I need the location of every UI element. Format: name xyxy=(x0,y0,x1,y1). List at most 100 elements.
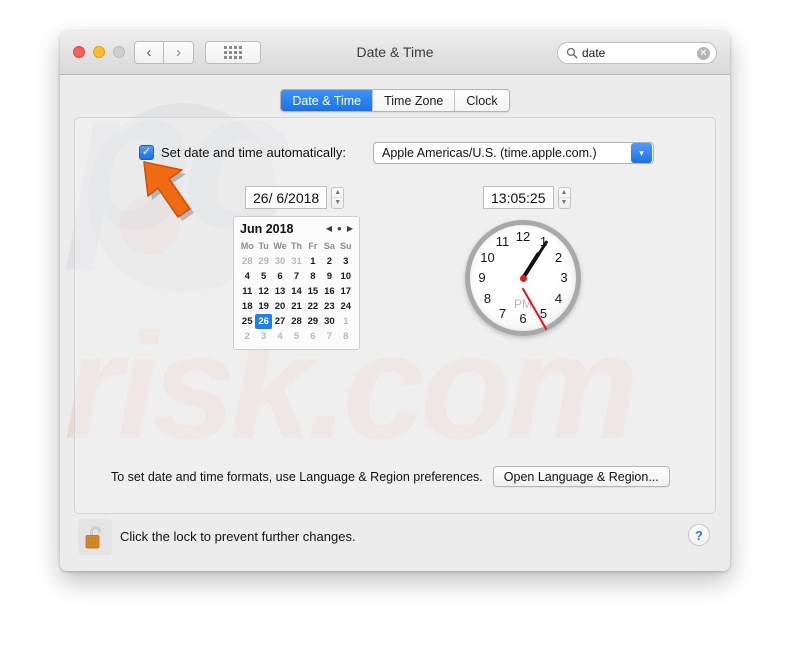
time-server-dropdown[interactable]: Apple Americas/U.S. (time.apple.com.) ▾ xyxy=(373,142,654,164)
calendar-weekday: We xyxy=(273,241,287,251)
tab-date-time[interactable]: Date & Time xyxy=(281,90,373,111)
date-stepper[interactable]: ▲ ▼ xyxy=(331,186,345,209)
tab-time-zone[interactable]: Time Zone xyxy=(372,90,455,111)
calendar-day[interactable]: 1 xyxy=(305,254,321,269)
search-field[interactable]: date ✕ xyxy=(557,42,717,64)
chevron-down-icon[interactable]: ▾ xyxy=(631,143,652,163)
clock-numeral: 12 xyxy=(515,229,531,244)
calendar-day[interactable]: 7 xyxy=(288,269,304,284)
calendar-day[interactable]: 28 xyxy=(288,314,304,329)
calendar-day[interactable]: 2 xyxy=(321,254,337,269)
tab-group: Date & Time Time Zone Clock xyxy=(280,89,510,112)
clock-numeral: 4 xyxy=(554,290,563,306)
calendar-day[interactable]: 1 xyxy=(338,314,354,329)
calendar-day[interactable]: 19 xyxy=(255,299,271,314)
calendar-day[interactable]: 8 xyxy=(338,329,354,344)
calendar-day[interactable]: 16 xyxy=(321,284,337,299)
tab-bar: Date & Time Time Zone Clock xyxy=(60,89,730,112)
calendar-day[interactable]: 13 xyxy=(272,284,288,299)
unlocked-padlock-icon xyxy=(85,526,101,549)
time-stepper[interactable]: ▲ ▼ xyxy=(557,186,571,209)
clock-numeral: 10 xyxy=(480,249,495,265)
calendar-day[interactable]: 14 xyxy=(288,284,304,299)
clock-numeral: 2 xyxy=(554,249,563,265)
calendar-day[interactable]: 7 xyxy=(321,329,337,344)
search-icon xyxy=(566,47,578,59)
calendar-day[interactable]: 22 xyxy=(305,299,321,314)
calendar-day[interactable]: 4 xyxy=(272,329,288,344)
calendar-header: Jun 2018 ◀ ● ▶ xyxy=(239,221,354,239)
calendar-day[interactable]: 8 xyxy=(305,269,321,284)
calendar-day[interactable]: 12 xyxy=(255,284,271,299)
clock-numeral: 11 xyxy=(495,234,510,250)
arrow-pointer-cursor xyxy=(143,161,194,221)
clock-numeral: 3 xyxy=(560,270,568,285)
date-stepper-down-icon[interactable]: ▼ xyxy=(332,198,343,208)
calendar-day[interactable]: 2 xyxy=(239,329,255,344)
calendar-today-icon[interactable]: ● xyxy=(337,225,342,233)
calendar-day[interactable]: 30 xyxy=(321,314,337,329)
format-hint-text: To set date and time formats, use Langua… xyxy=(111,469,483,484)
calendar-day[interactable]: 15 xyxy=(305,284,321,299)
calendar-day[interactable]: 17 xyxy=(338,284,354,299)
calendar-day[interactable]: 5 xyxy=(288,329,304,344)
lock-button[interactable] xyxy=(78,519,112,555)
clock-numeral: 6 xyxy=(519,311,527,326)
lock-hint-text: Click the lock to prevent further change… xyxy=(120,529,356,544)
calendar-day[interactable]: 23 xyxy=(321,299,337,314)
time-stepper-down-icon[interactable]: ▼ xyxy=(559,198,570,208)
calendar-widget[interactable]: Jun 2018 ◀ ● ▶ Mo Tu We Th Fr Sa Su 28 29 30 31 1 2 3… xyxy=(233,216,360,350)
calendar-day[interactable]: 29 xyxy=(305,314,321,329)
calendar-weekday: Th xyxy=(290,241,302,251)
calendar-day[interactable]: 20 xyxy=(272,299,288,314)
calendar-prev-icon[interactable]: ◀ xyxy=(326,225,332,233)
window-footer: Click the lock to prevent further change… xyxy=(60,514,730,571)
date-stepper-up-icon[interactable]: ▲ xyxy=(332,188,344,198)
calendar-day[interactable]: 30 xyxy=(272,254,288,269)
calendar-day[interactable]: 3 xyxy=(338,254,354,269)
calendar-weekday: Sa xyxy=(323,241,335,251)
window-titlebar: ‹ › Date & Time date ✕ xyxy=(60,31,730,75)
time-server-value: Apple Americas/U.S. (time.apple.com.) xyxy=(382,146,597,160)
calendar-day[interactable]: 11 xyxy=(239,284,255,299)
clear-search-icon[interactable]: ✕ xyxy=(697,46,710,60)
format-row: To set date and time formats, use Langua… xyxy=(111,466,695,487)
calendar-day[interactable]: 6 xyxy=(305,329,321,344)
calendar-day[interactable]: 18 xyxy=(239,299,255,314)
calendar-day[interactable]: 4 xyxy=(239,269,255,284)
time-field-group: 13:05:25 ▲ ▼ xyxy=(483,186,571,209)
date-input[interactable]: 26/ 6/2018 xyxy=(245,186,328,209)
help-button[interactable]: ? xyxy=(688,524,710,546)
time-stepper-up-icon[interactable]: ▲ xyxy=(558,188,570,198)
screenshot-root: { "window": { "title": "Date & Time", "t… xyxy=(0,0,790,648)
calendar-day[interactable]: 10 xyxy=(338,269,354,284)
calendar-day[interactable]: 6 xyxy=(272,269,288,284)
clock-numeral: 7 xyxy=(498,305,507,321)
calendar-grid[interactable]: Mo Tu We Th Fr Sa Su 28 29 30 31 1 2 3 4 5 6 7 8 9 10 11 12 13 1… xyxy=(239,239,354,344)
calendar-day[interactable]: 28 xyxy=(239,254,255,269)
calendar-weekday: Su xyxy=(340,241,352,251)
calendar-nav: ◀ ● ▶ xyxy=(326,225,353,233)
tab-clock[interactable]: Clock xyxy=(454,90,509,111)
calendar-next-icon[interactable]: ▶ xyxy=(347,225,353,233)
calendar-weekday: Fr xyxy=(308,241,318,251)
calendar-day[interactable]: 9 xyxy=(321,269,337,284)
search-input[interactable]: date xyxy=(582,46,697,60)
calendar-day[interactable]: 27 xyxy=(272,314,288,329)
calendar-weekday: Mo xyxy=(240,241,254,251)
calendar-day[interactable]: 31 xyxy=(288,254,304,269)
calendar-day[interactable]: 29 xyxy=(255,254,271,269)
calendar-day-selected[interactable]: 26 xyxy=(255,314,272,329)
calendar-day[interactable]: 3 xyxy=(255,329,271,344)
date-time-preferences-window: ‹ › Date & Time date ✕ Date & Time Time … xyxy=(60,31,730,571)
calendar-day[interactable]: 25 xyxy=(239,314,255,329)
calendar-day[interactable]: 24 xyxy=(338,299,354,314)
open-language-region-button[interactable]: Open Language & Region... xyxy=(492,466,670,487)
clock-numeral: 8 xyxy=(483,290,492,306)
clock-numeral: 9 xyxy=(478,270,486,285)
date-field-group: 26/ 6/2018 ▲ ▼ xyxy=(245,186,345,209)
calendar-day[interactable]: 5 xyxy=(255,269,271,284)
window-body: pc risk.com Date & Time Time Zone Clock … xyxy=(60,48,730,571)
calendar-day[interactable]: 21 xyxy=(288,299,304,314)
time-input[interactable]: 13:05:25 xyxy=(483,186,554,209)
